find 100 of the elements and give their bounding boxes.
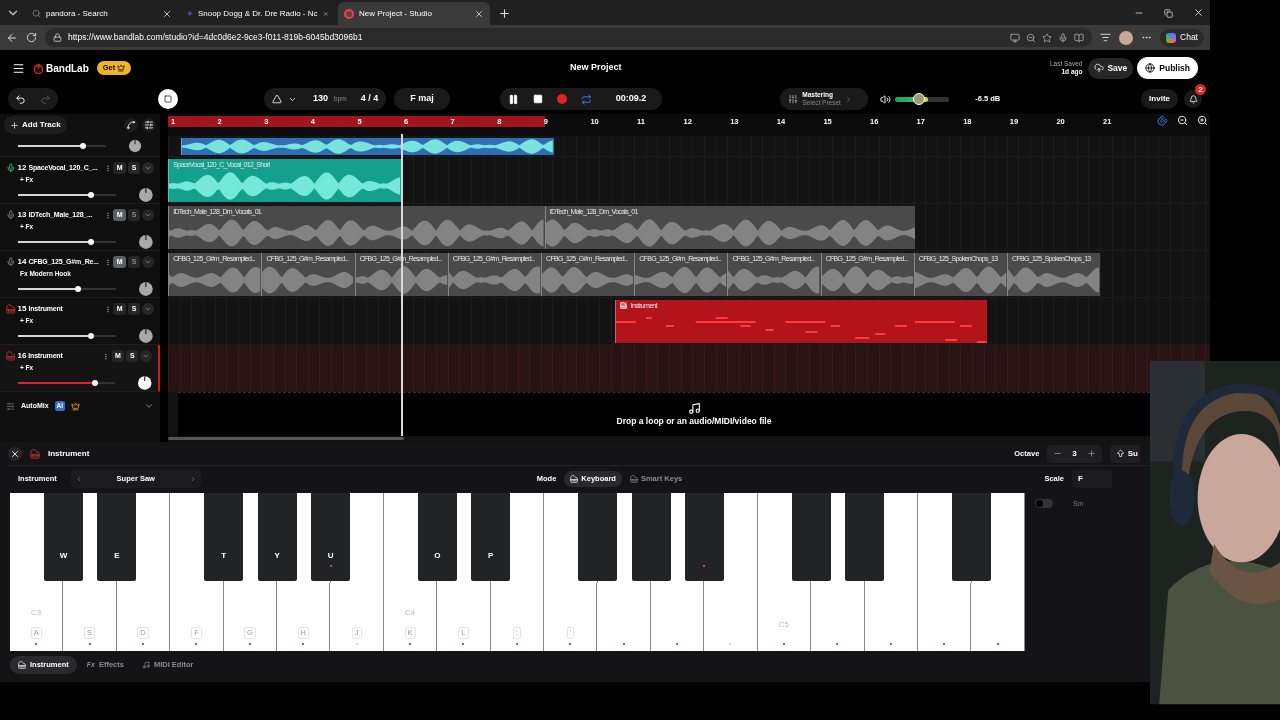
pan-knob[interactable] — [138, 187, 154, 203]
tempo-value[interactable]: 130 — [313, 92, 329, 106]
add-music-icon[interactable] — [687, 401, 701, 415]
time-display: 00:09.2 — [615, 92, 647, 106]
chevron-icon[interactable] — [142, 303, 154, 315]
chat-button[interactable]: Chat — [1160, 28, 1204, 47]
note-label: C5 — [778, 619, 789, 631]
app-icon[interactable] — [1010, 32, 1021, 43]
menu-icon[interactable] — [12, 61, 25, 75]
volume-icon[interactable] — [880, 93, 892, 105]
back-icon[interactable] — [6, 31, 18, 44]
favorites-icon[interactable] — [1100, 32, 1112, 43]
piano-key[interactable]: Y — [257, 493, 297, 581]
octave-value: 3 — [1072, 447, 1077, 460]
invite-button[interactable]: Invite — [1141, 89, 1178, 109]
audio-clip[interactable] — [181, 138, 555, 155]
add-track-button[interactable]: Add Track — [4, 116, 67, 134]
chevron-icon[interactable] — [142, 162, 154, 174]
browser-tab[interactable]: New Project - Studio — [338, 2, 490, 25]
tab-title: New Project - Studio — [359, 7, 433, 20]
more-icon[interactable] — [102, 351, 110, 361]
upload-icon — [1094, 63, 1105, 73]
pause-icon[interactable] — [507, 93, 519, 105]
browser-tab[interactable]: pandora - Search — [26, 2, 178, 25]
sustain-button[interactable]: Su — [1109, 444, 1140, 463]
crown-icon — [71, 401, 81, 411]
music-note-icon — [141, 661, 150, 669]
piano-icon — [18, 661, 26, 669]
smart-toggle[interactable] — [1035, 499, 1053, 508]
chevron-icon[interactable] — [144, 401, 154, 411]
plus-icon[interactable] — [1086, 449, 1096, 458]
zoom-icon[interactable] — [1026, 32, 1037, 43]
zoom-in-icon[interactable] — [1197, 115, 1208, 126]
close-icon[interactable] — [162, 8, 172, 19]
pan-knob[interactable] — [138, 234, 154, 250]
automation-icon[interactable] — [124, 118, 138, 132]
key-hint: O — [434, 550, 441, 562]
piano-key[interactable]: U — [311, 493, 350, 581]
sliders-icon — [788, 94, 799, 104]
piano-key[interactable] — [578, 493, 618, 581]
reload-icon[interactable] — [26, 32, 37, 43]
stop-icon[interactable] — [532, 94, 543, 104]
tab-title: pandora - Search — [46, 7, 109, 20]
loop-region[interactable] — [168, 116, 545, 127]
piano-key[interactable] — [791, 493, 831, 581]
piano-key[interactable] — [845, 493, 885, 581]
drop-zone-text: Drop a loop or an audio/MIDI/video file — [616, 414, 772, 428]
time-signature[interactable]: 4 / 4 — [360, 92, 379, 106]
piano-key[interactable] — [952, 493, 992, 581]
piano-key[interactable]: T — [204, 493, 244, 581]
piano-key[interactable]: W — [43, 493, 83, 581]
notification-badge: 2 — [1195, 84, 1206, 95]
loop-icon[interactable] — [580, 93, 592, 105]
piano-icon — [629, 475, 638, 483]
zoom-out-icon[interactable] — [1177, 115, 1188, 126]
pan-knob[interactable] — [138, 281, 154, 297]
reader-icon[interactable] — [1074, 32, 1085, 43]
save-button[interactable]: Save — [1088, 57, 1134, 79]
restore-icon[interactable] — [1164, 9, 1173, 18]
brand-name: BandLab — [46, 61, 89, 76]
track-number: 14 — [17, 256, 27, 268]
microphone-icon[interactable] — [1058, 32, 1069, 43]
view-toggle[interactable] — [158, 89, 178, 109]
undo-icon[interactable] — [15, 93, 26, 105]
new-tab-icon[interactable] — [498, 7, 511, 20]
chevron-icon[interactable] — [142, 256, 154, 268]
publish-button[interactable]: Publish — [1137, 57, 1198, 79]
plus-icon — [10, 120, 19, 130]
record-button[interactable] — [556, 94, 567, 104]
pan-knob[interactable] — [138, 328, 154, 344]
piano-key[interactable]: E — [97, 493, 137, 581]
magnet-icon[interactable] — [1157, 115, 1168, 126]
selected-track-lane[interactable] — [168, 345, 1210, 392]
browser-tab[interactable]: Snoop Dogg & Dr. Dre Radio - Nc — [182, 2, 334, 25]
mixer-icon[interactable] — [142, 118, 156, 132]
pan-knob[interactable] — [127, 138, 142, 154]
profile-avatar[interactable] — [1119, 30, 1134, 45]
key-hint: U — [327, 550, 334, 562]
piano-key[interactable] — [684, 493, 724, 581]
notifications-button[interactable] — [1184, 90, 1202, 108]
piano-key[interactable] — [631, 493, 671, 581]
piano-key[interactable]: O — [417, 493, 457, 581]
track-number: 16 — [17, 350, 27, 362]
logo-icon — [33, 62, 44, 74]
key-hint: W — [59, 550, 68, 562]
track-number: 12 — [17, 162, 27, 174]
key-button[interactable]: F maj — [394, 88, 450, 110]
chevron-icon[interactable] — [142, 209, 154, 221]
address-field[interactable]: https://www.bandlab.com/studio?id=4dc0d6e2-9ce3-f011-819b-6045bd3096b1 — [45, 28, 1093, 47]
key-hint: Y — [274, 550, 280, 562]
close-icon[interactable] — [1193, 7, 1204, 18]
close-icon[interactable] — [8, 446, 22, 461]
close-icon[interactable] — [474, 8, 484, 19]
piano-icon — [619, 302, 627, 309]
piano-key[interactable]: P — [471, 493, 511, 581]
pan-knob[interactable] — [136, 375, 152, 391]
star-icon[interactable] — [1042, 32, 1053, 43]
scale-selector[interactable]: F — [1072, 470, 1112, 488]
metronome-icon[interactable] — [272, 94, 282, 104]
recording-icon — [344, 8, 354, 19]
